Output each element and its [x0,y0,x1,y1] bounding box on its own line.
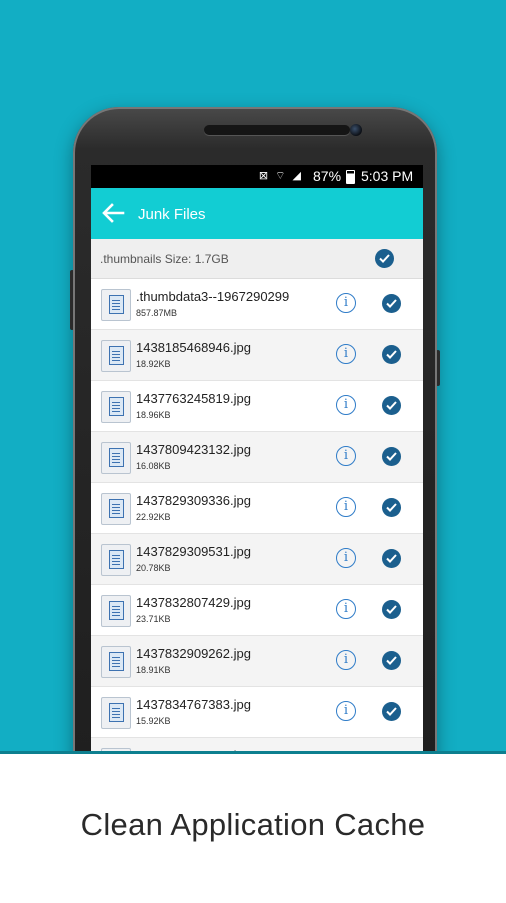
document-icon [101,442,131,474]
info-icon[interactable]: i [336,395,356,415]
document-icon [101,697,131,729]
clock: 5:03 PM [361,168,414,184]
section-label: .thumbnails Size: 1.7GB [100,252,229,266]
file-size: 16.08KB [136,461,171,471]
caption-banner: Clean Application Cache [0,751,506,903]
caption-text: Clean Application Cache [80,807,426,842]
junk-files-content: .thumbnails Size: 1.7GB .thumbdata3--196… [91,239,423,765]
file-name: 1437832807429.jpg [136,595,251,610]
app-toolbar: Junk Files [91,188,423,239]
status-bar: ⊠ ⌔ ◢ 87% 5:03 PM [91,165,423,188]
document-icon [101,391,131,423]
document-icon [101,544,131,576]
battery-icon [346,170,355,184]
file-row[interactable]: 1437809423132.jpg 16.08KB i [91,432,423,483]
file-name: 1437832909262.jpg [136,646,251,661]
file-size: 20.78KB [136,563,171,573]
file-row[interactable]: 1437834767383.jpg 15.92KB i [91,687,423,738]
info-icon[interactable]: i [336,701,356,721]
file-size: 18.91KB [136,665,171,675]
document-icon [101,340,131,372]
checkmark-icon[interactable] [382,447,401,466]
info-icon[interactable]: i [336,599,356,619]
info-icon[interactable]: i [336,548,356,568]
file-size: 15.92KB [136,716,171,726]
file-row[interactable]: 1437763245819.jpg 18.96KB i [91,381,423,432]
document-icon [101,493,131,525]
file-row[interactable]: 1437832807429.jpg 23.71KB i [91,585,423,636]
checkmark-icon[interactable] [382,651,401,670]
checkmark-icon[interactable] [382,549,401,568]
info-icon[interactable]: i [336,293,356,313]
document-icon [101,595,131,627]
file-name: 1437834767383.jpg [136,697,251,712]
document-icon [101,289,131,321]
page-title: Junk Files [138,206,206,223]
info-icon[interactable]: i [336,446,356,466]
file-row[interactable]: 1438185468946.jpg 18.92KB i [91,330,423,381]
info-icon[interactable]: i [336,650,356,670]
file-row[interactable]: 1437832909262.jpg 18.91KB i [91,636,423,687]
section-header[interactable]: .thumbnails Size: 1.7GB [91,239,423,279]
checkmark-icon[interactable] [382,345,401,364]
phone-screen: ⊠ ⌔ ◢ 87% 5:03 PM Junk Files .thumbnails… [91,165,423,765]
checkmark-icon[interactable] [382,294,401,313]
file-size: 18.92KB [136,359,171,369]
file-name: 1437763245819.jpg [136,391,251,406]
checkmark-icon[interactable] [382,702,401,721]
file-size: 18.96KB [136,410,171,420]
file-name: 1437809423132.jpg [136,442,251,457]
file-name: 1438185468946.jpg [136,340,251,355]
checkmark-icon[interactable] [382,396,401,415]
file-row[interactable]: .thumbdata3--1967290299 857.87MB i [91,279,423,330]
phone-speaker [204,125,350,135]
battery-percentage: 87% [313,168,342,184]
back-arrow-icon[interactable] [101,202,125,224]
file-list: .thumbdata3--1967290299 857.87MB i 14381854… [91,279,423,765]
file-name: 1437829309531.jpg [136,544,251,559]
file-row[interactable]: 1437829309531.jpg 20.78KB i [91,534,423,585]
checkmark-icon[interactable] [382,498,401,517]
status-icons: ⊠ ⌔ ◢ [258,170,303,182]
document-icon [101,646,131,678]
section-checkmark-icon[interactable] [375,249,394,268]
file-row[interactable]: 1437829309336.jpg 22.92KB i [91,483,423,534]
info-icon[interactable]: i [336,344,356,364]
file-size: 22.92KB [136,512,171,522]
file-size: 857.87MB [136,308,178,318]
file-size: 23.71KB [136,614,171,624]
file-name: .thumbdata3--1967290299 [136,289,290,304]
phone-camera [350,124,362,136]
checkmark-icon[interactable] [382,600,401,619]
file-name: 1437829309336.jpg [136,493,251,508]
info-icon[interactable]: i [336,497,356,517]
